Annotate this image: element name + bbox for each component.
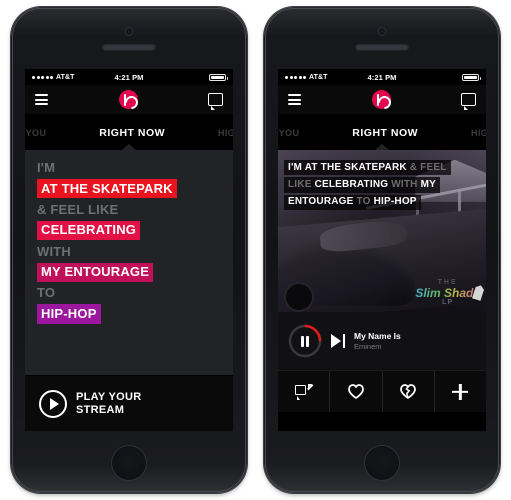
- screen-right: AT&T 4:21 PM R YOU RIGHT NOW HIGHL: [278, 69, 486, 431]
- overlay-word: HIP-HOP: [373, 196, 417, 208]
- track-artist: Eminem: [354, 342, 382, 351]
- next-track-icon[interactable]: [331, 334, 345, 348]
- watermark-the: THE: [437, 279, 458, 286]
- tab-active-caret-icon: [122, 144, 136, 150]
- overlay-word: & FEEL: [409, 161, 447, 173]
- overlay-word: ENTOURAGE: [288, 196, 357, 208]
- overlay-word: WITH: [391, 178, 421, 190]
- track-title: My Name Is: [354, 331, 401, 341]
- overlay-word: AT THE SKATEPARK: [304, 161, 410, 173]
- lyrics-panel: I'M AT THE SKATEPARK & FEEL LIKE CELEBRA…: [25, 150, 233, 375]
- overlay-lyric-line: I'M AT THE SKATEPARK & FEEL: [284, 160, 451, 176]
- lyric-line-highlight[interactable]: AT THE SKATEPARK: [37, 179, 177, 199]
- watermark-title: Slim Shady: [415, 286, 480, 300]
- phone-device-left: AT&T 4:21 PM R YOU RIGHT NOW HIGHL: [11, 7, 247, 493]
- lyric-line: & FEEL LIKE: [37, 201, 119, 217]
- plus-icon: [452, 384, 469, 400]
- phone-bottom-hardware-right: [264, 431, 500, 493]
- overlay-lyrics: I'M AT THE SKATEPARK & FEEL LIKE CELEBRA…: [278, 156, 486, 214]
- tab-for-you[interactable]: R YOU: [25, 128, 46, 138]
- nav-bar-left: [25, 85, 233, 115]
- status-bar-left: AT&T 4:21 PM: [25, 69, 233, 85]
- tab-highlights[interactable]: HIGHL: [471, 128, 486, 138]
- play-stream-line2: STREAM: [76, 403, 125, 416]
- tab-right-now[interactable]: RIGHT NOW: [352, 127, 418, 139]
- overlay-lyric-line: ENTOURAGE TO HIP-HOP: [284, 194, 421, 210]
- play-circle-icon: [39, 389, 67, 418]
- beats-music-logo-icon[interactable]: [371, 90, 391, 109]
- now-playing-bar: My Name Is Eminem: [278, 312, 486, 370]
- overlay-lyric-line: LIKE CELEBRATING WITH MY: [284, 177, 440, 193]
- add-button[interactable]: [435, 371, 486, 412]
- earpiece-speaker: [102, 43, 156, 50]
- overlay-word: I'M: [288, 161, 305, 173]
- front-camera-icon: [378, 28, 386, 35]
- nav-bar-right: [278, 85, 486, 115]
- action-bar: [278, 370, 486, 412]
- front-camera-icon: [125, 28, 133, 35]
- home-button[interactable]: [364, 445, 400, 481]
- phone-device-right: AT&T 4:21 PM R YOU RIGHT NOW HIGHL: [264, 7, 500, 493]
- phone-top-hardware-right: [264, 7, 500, 69]
- lyric-line: TO: [37, 285, 56, 301]
- chat-bubble-icon[interactable]: [461, 93, 476, 110]
- lyric-line-highlight[interactable]: HIP-HOP: [37, 304, 101, 324]
- lyric-line-highlight[interactable]: CELEBRATING: [37, 220, 141, 241]
- overlay-word: CELEBRATING: [314, 178, 392, 190]
- tab-right-now[interactable]: RIGHT NOW: [99, 127, 165, 139]
- status-bar-right: AT&T 4:21 PM: [278, 69, 486, 85]
- track-info: My Name Is Eminem: [354, 331, 401, 351]
- status-clock: 4:21 PM: [367, 72, 397, 82]
- heart-icon: [347, 384, 364, 399]
- tab-highlights[interactable]: HIGHL: [218, 128, 233, 138]
- screen-left: AT&T 4:21 PM R YOU RIGHT NOW HIGHL: [25, 69, 233, 431]
- earpiece-speaker: [355, 43, 409, 50]
- status-clock: 4:21 PM: [114, 72, 144, 82]
- home-button[interactable]: [111, 445, 147, 481]
- overlay-word: TO: [356, 196, 374, 208]
- hamburger-menu-icon[interactable]: [288, 94, 301, 105]
- tab-for-you[interactable]: R YOU: [278, 128, 299, 138]
- dislike-button[interactable]: [383, 371, 435, 412]
- pause-icon: [288, 324, 322, 358]
- play-stream-label: PLAY YOUR STREAM: [76, 391, 141, 416]
- share-comment-icon: [295, 383, 313, 400]
- share-button[interactable]: [278, 371, 331, 412]
- pause-button[interactable]: [288, 324, 322, 358]
- tab-strip-right: R YOU RIGHT NOW HIGHL: [278, 115, 486, 150]
- phone-top-hardware-left: [11, 7, 247, 69]
- album-artwork[interactable]: THE Slim Shady LP I'M AT THE SKATEPARK &…: [278, 150, 486, 312]
- screenshot-stage: AT&T 4:21 PM R YOU RIGHT NOW HIGHL: [0, 0, 511, 500]
- album-watermark: THE Slim Shady LP: [415, 279, 480, 306]
- battery-full-icon: [209, 73, 228, 81]
- broken-heart-icon: [399, 383, 417, 400]
- play-stream-line1: PLAY YOUR: [76, 391, 142, 404]
- overlay-word: LIKE: [288, 178, 315, 190]
- watermark-lp: LP: [442, 299, 454, 306]
- overlay-word: MY: [420, 178, 436, 190]
- chat-bubble-icon[interactable]: [208, 93, 223, 110]
- lyric-line-highlight[interactable]: MY ENTOURAGE: [37, 262, 154, 282]
- beats-music-logo-icon[interactable]: [118, 90, 138, 109]
- like-button[interactable]: [330, 371, 383, 412]
- battery-full-icon: [462, 73, 481, 81]
- hamburger-menu-icon[interactable]: [35, 94, 48, 105]
- play-your-stream-button[interactable]: PLAY YOUR STREAM: [25, 375, 233, 431]
- tab-strip-left: R YOU RIGHT NOW HIGHL: [25, 115, 233, 150]
- phone-bottom-hardware-left: [11, 431, 247, 493]
- lyric-line: I'M: [37, 160, 56, 175]
- lyric-line: WITH: [37, 243, 72, 259]
